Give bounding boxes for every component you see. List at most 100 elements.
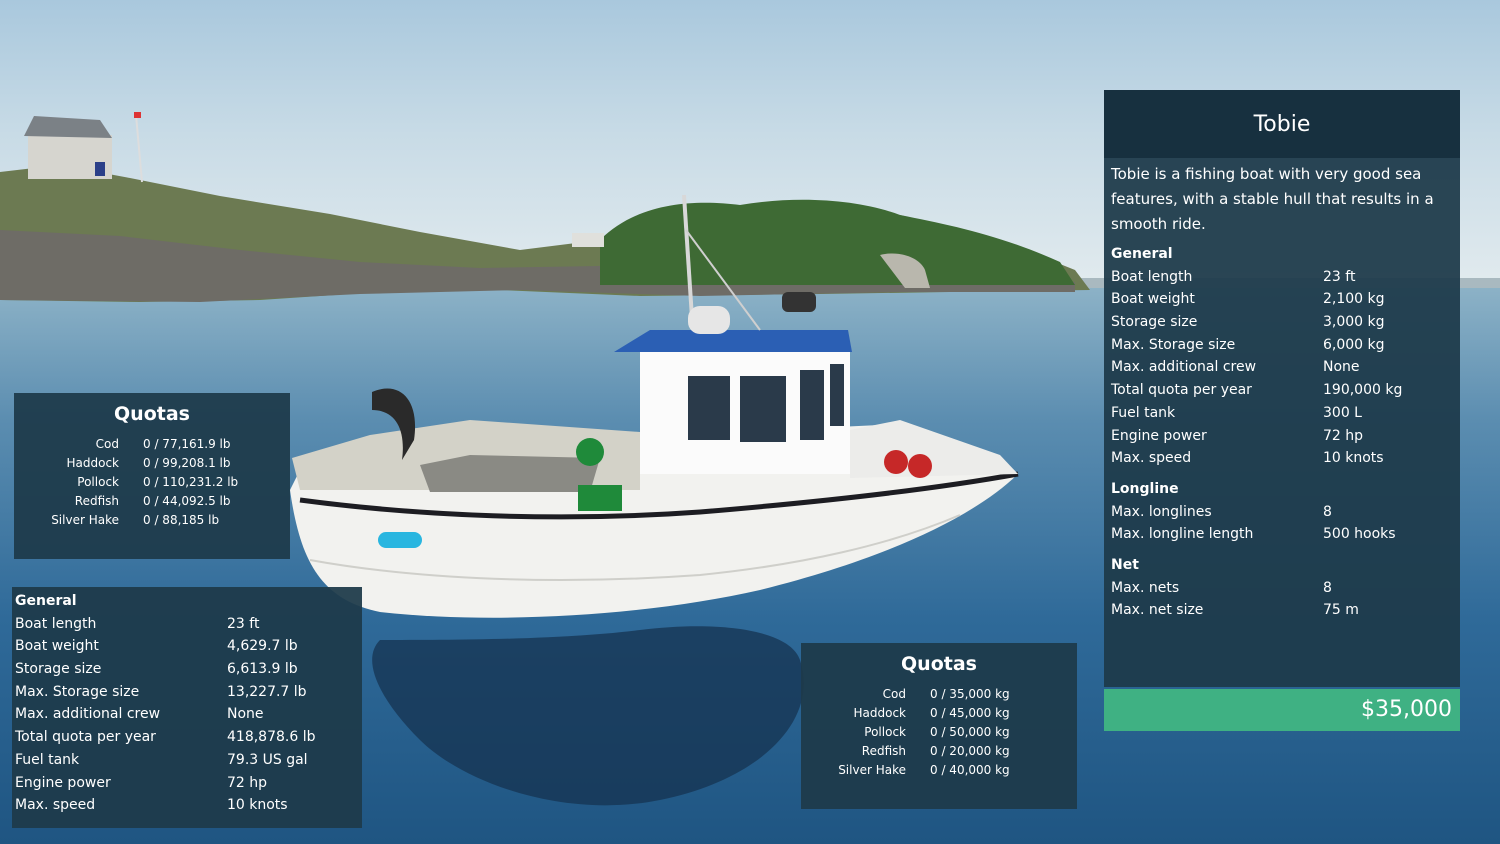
- boat-description: Tobie is a fishing boat with very good s…: [1111, 165, 1434, 233]
- stat-row: Max. speed 10 knots: [15, 794, 359, 817]
- stat-row: Fuel tank 300 L: [1111, 402, 1453, 425]
- quotas-panel-imperial: Quotas Cod 0 / 77,161.9 lb Haddock 0 / 9…: [14, 393, 290, 559]
- stat-label: Max. additional crew: [15, 706, 161, 723]
- stat-label: Fuel tank: [15, 751, 80, 768]
- quotas-title: Quotas: [901, 653, 977, 675]
- stat-label: Max. longlines: [1111, 503, 1212, 520]
- fender: [378, 532, 422, 548]
- hill-house-roof: [24, 116, 112, 138]
- stat-label: Storage size: [15, 661, 102, 678]
- stat-label: Max. additional crew: [1111, 359, 1257, 376]
- quota-fish-name: Redfish: [861, 744, 906, 758]
- buoy: [884, 450, 908, 474]
- stat-value: 23 ft: [1323, 268, 1356, 285]
- stat-row: Max. longlines 8: [1111, 501, 1453, 524]
- stat-value: 500 hooks: [1323, 526, 1396, 543]
- stat-label: Engine power: [1111, 427, 1207, 444]
- stat-value: None: [227, 706, 264, 723]
- stat-row: Max. Storage size 6,000 kg: [1111, 334, 1453, 357]
- stat-label: Boat weight: [1111, 291, 1195, 308]
- quota-row-redfish: Redfish 0 / 20,000 kg: [801, 742, 1077, 761]
- general-heading: General: [1111, 246, 1173, 262]
- stat-row: Storage size 6,613.9 lb: [15, 658, 359, 681]
- quota-row-silver-hake: Silver Hake 0 / 40,000 kg: [801, 761, 1077, 780]
- stat-row: Engine power 72 hp: [1111, 425, 1453, 448]
- stat-row: Max. Storage size 13,227.7 lb: [15, 681, 359, 704]
- stat-value: 79.3 US gal: [227, 751, 308, 768]
- boat-name: Tobie: [1253, 111, 1311, 137]
- stat-value: 190,000 kg: [1323, 382, 1403, 399]
- quota-value: 0 / 44,092.5 lb: [143, 494, 231, 508]
- stat-value: 6,000 kg: [1323, 336, 1385, 353]
- stat-value: 418,878.6 lb: [227, 729, 316, 746]
- boat-detail-panel: Tobie Tobie is a fishing boat with very …: [1104, 90, 1460, 687]
- quota-row-silver-hake: Silver Hake 0 / 88,185 lb: [14, 511, 290, 530]
- quota-fish-name: Haddock: [853, 706, 907, 720]
- stat-label: Total quota per year: [15, 729, 156, 746]
- quota-value: 0 / 50,000 kg: [930, 725, 1010, 739]
- stat-label: Max. net size: [1111, 602, 1204, 619]
- quota-value: 0 / 20,000 kg: [930, 744, 1010, 758]
- stat-label: Max. Storage size: [1111, 336, 1236, 353]
- price-label: $35,000: [1361, 697, 1452, 722]
- stat-row: Max. longline length 500 hooks: [1111, 523, 1453, 546]
- tree-line: [600, 199, 1075, 285]
- stat-value: 8: [1323, 579, 1332, 596]
- stat-row: Fuel tank 79.3 US gal: [15, 749, 359, 772]
- boat-detail-body: Tobie is a fishing boat with very good s…: [1104, 158, 1460, 622]
- stat-row: Boat weight 4,629.7 lb: [15, 635, 359, 658]
- quotas-title: Quotas: [114, 403, 190, 425]
- quota-value: 0 / 35,000 kg: [930, 687, 1010, 701]
- stat-label: Fuel tank: [1111, 404, 1176, 421]
- quota-value: 0 / 99,208.1 lb: [143, 456, 231, 470]
- stat-row: Total quota per year 418,878.6 lb: [15, 726, 359, 749]
- stat-label: Max. nets: [1111, 579, 1180, 596]
- quota-list: Cod 0 / 35,000 kg Haddock 0 / 45,000 kg …: [801, 685, 1077, 780]
- stat-label: Boat length: [15, 615, 97, 632]
- stat-label: Engine power: [15, 774, 111, 791]
- quota-fish-name: Silver Hake: [838, 763, 906, 777]
- stat-row: Boat length 23 ft: [1111, 266, 1453, 289]
- small-house: [572, 233, 604, 247]
- stat-label: Total quota per year: [1111, 382, 1252, 399]
- quota-value: 0 / 88,185 lb: [143, 513, 220, 527]
- quota-list: Cod 0 / 77,161.9 lb Haddock 0 / 99,208.1…: [14, 435, 290, 530]
- stat-value: 10 knots: [1323, 450, 1384, 467]
- buy-price-button[interactable]: $35,000: [1104, 689, 1460, 731]
- stat-value: 72 hp: [227, 774, 268, 791]
- stat-value: 6,613.9 lb: [227, 661, 298, 678]
- stat-value: 23 ft: [227, 615, 260, 632]
- stat-value: 75 m: [1323, 602, 1359, 619]
- stat-row: Total quota per year 190,000 kg: [1111, 379, 1453, 402]
- stat-row: Storage size 3,000 kg: [1111, 311, 1453, 334]
- stat-value: 8: [1323, 503, 1332, 520]
- quota-fish-name: Silver Hake: [51, 513, 119, 527]
- line-hauler: [576, 438, 604, 466]
- quotas-panel-metric: Quotas Cod 0 / 35,000 kg Haddock 0 / 45,…: [801, 643, 1077, 809]
- quota-value: 0 / 45,000 kg: [930, 706, 1010, 720]
- stat-label: Max. speed: [15, 797, 96, 814]
- stat-row: Boat length 23 ft: [15, 613, 359, 636]
- stat-value: 13,227.7 lb: [227, 683, 307, 700]
- quota-row-haddock: Haddock 0 / 99,208.1 lb: [14, 454, 290, 473]
- stat-value: 3,000 kg: [1323, 314, 1385, 331]
- stat-label: Max. longline length: [1111, 526, 1254, 543]
- stat-value: None: [1323, 359, 1360, 376]
- quota-row-redfish: Redfish 0 / 44,092.5 lb: [14, 492, 290, 511]
- stat-row: Max. net size 75 m: [1111, 599, 1453, 622]
- stat-label: Max. speed: [1111, 450, 1192, 467]
- stat-row: Max. additional crew None: [1111, 356, 1453, 379]
- quota-fish-name: Pollock: [864, 725, 906, 739]
- quota-row-pollock: Pollock 0 / 110,231.2 lb: [14, 473, 290, 492]
- net-heading: Net: [1111, 556, 1139, 573]
- longline-heading: Longline: [1111, 480, 1179, 497]
- stat-label: Boat weight: [15, 638, 99, 655]
- stat-row: Boat weight 2,100 kg: [1111, 288, 1453, 311]
- quota-fish-name: Cod: [95, 437, 119, 451]
- cabin-roof: [614, 330, 852, 352]
- quota-value: 0 / 110,231.2 lb: [143, 475, 239, 489]
- boat-reflection: [372, 626, 804, 806]
- quota-fish-name: Pollock: [77, 475, 119, 489]
